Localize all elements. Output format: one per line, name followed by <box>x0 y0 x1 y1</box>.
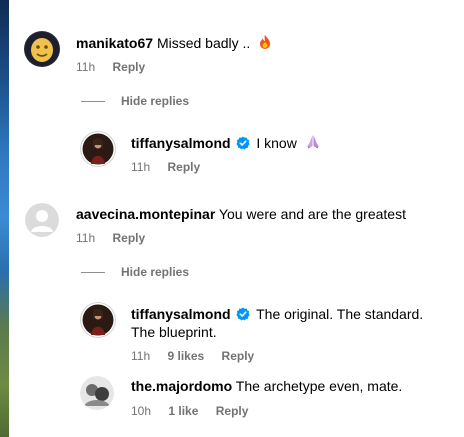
comment-meta: 11h Reply <box>76 230 159 246</box>
avatar-icon <box>80 376 114 410</box>
hide-replies-button[interactable]: Hide replies <box>81 94 189 108</box>
divider-line <box>81 271 105 273</box>
avatar[interactable] <box>80 131 116 167</box>
reply-button[interactable]: Reply <box>112 231 145 245</box>
reply-time: 10h <box>131 404 152 418</box>
reply-text-row: tiffanysalmond The original. The standar… <box>131 305 443 341</box>
partially-visible-reply-link <box>165 0 195 3</box>
comment-text-row: aavecina.montepinar You were and are the… <box>76 205 406 223</box>
fire-emoji-icon <box>260 35 271 49</box>
praying-hands-emoji-icon <box>307 135 319 149</box>
avatar-icon <box>25 32 59 66</box>
avatar[interactable] <box>24 31 60 67</box>
default-avatar-icon <box>25 203 59 237</box>
comment-username[interactable]: aavecina.montepinar <box>76 206 215 222</box>
reply-text: The archetype even, mate. <box>235 378 403 394</box>
reply-button[interactable]: Reply <box>112 60 145 74</box>
reply-username[interactable]: tiffanysalmond <box>131 135 231 151</box>
reply-username[interactable]: the.majordomo <box>131 378 232 394</box>
background-photo-strip <box>0 0 9 437</box>
reply-meta: 11h Reply <box>131 159 214 175</box>
hide-replies-label: Hide replies <box>121 265 190 279</box>
comment-meta: 11h Reply <box>76 59 159 75</box>
reply-text-row: tiffanysalmond I know <box>131 134 321 152</box>
avatar[interactable] <box>25 203 59 237</box>
avatar-icon <box>80 302 116 338</box>
reply-button[interactable]: Reply <box>167 160 200 174</box>
verified-badge-icon <box>236 136 251 150</box>
comment-text: You were and are the greatest <box>218 206 406 222</box>
divider-line <box>81 100 105 102</box>
likes-count[interactable]: 9 likes <box>167 349 204 363</box>
comment-time: 11h <box>76 231 96 245</box>
reply-time: 11h <box>131 160 151 174</box>
comment-text: Missed badly .. <box>156 35 251 51</box>
reply-meta: 10h 1 like Reply <box>131 403 262 419</box>
avatar[interactable] <box>80 376 114 410</box>
comment-username[interactable]: manikato67 <box>76 35 153 51</box>
comment-time: 11h <box>76 60 96 74</box>
likes-count[interactable]: 1 like <box>168 404 198 418</box>
avatar-icon <box>80 131 116 167</box>
hide-replies-button[interactable]: Hide replies <box>81 265 189 279</box>
hide-replies-label: Hide replies <box>121 94 190 108</box>
reply-button[interactable]: Reply <box>222 349 255 363</box>
reply-text: I know <box>256 135 297 151</box>
comment-text-row: manikato67 Missed badly .. <box>76 34 272 52</box>
reply-button[interactable]: Reply <box>216 404 249 418</box>
avatar[interactable] <box>80 302 116 338</box>
reply-time: 11h <box>131 349 151 363</box>
reply-username[interactable]: tiffanysalmond <box>131 306 231 322</box>
reply-meta: 11h 9 likes Reply <box>131 348 268 364</box>
reply-text-row: the.majordomo The archetype even, mate. <box>131 377 402 395</box>
verified-badge-icon <box>236 307 251 321</box>
